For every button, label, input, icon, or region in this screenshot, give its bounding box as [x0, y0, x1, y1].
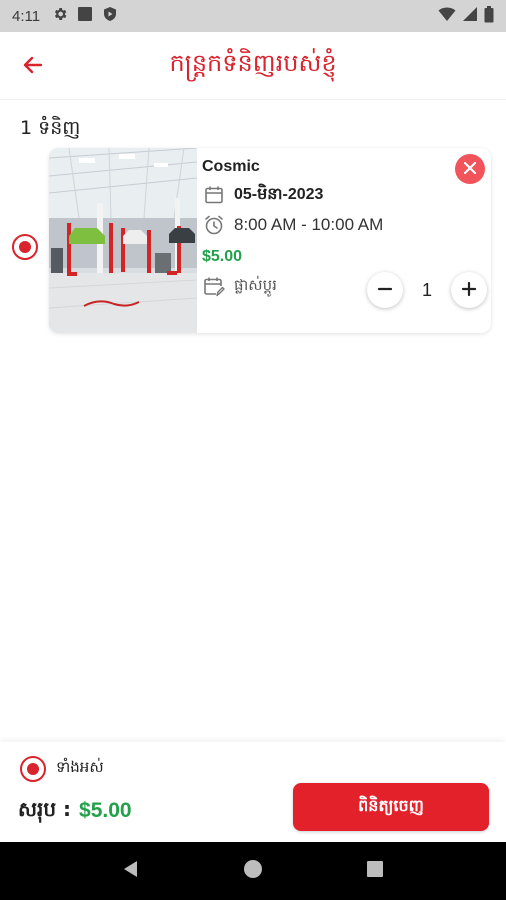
radio-dot [27, 763, 39, 775]
item-date: 05-មិនា-2023 [234, 186, 324, 203]
status-time: 4:11 [12, 7, 41, 25]
calendar-icon [202, 183, 226, 207]
item-time: 8:00 AM - 10:00 AM [234, 215, 384, 234]
item-time-line: 8:00 AM - 10:00 AM [202, 213, 383, 237]
system-nav-bar [0, 842, 506, 900]
gear-icon [52, 6, 68, 26]
square-recents-icon [366, 860, 384, 882]
cart-total: សរុប : $5.00 [18, 796, 132, 826]
edit-item-label: ផ្លាស់ប្តូរ [234, 276, 277, 294]
cart-item-card[interactable]: Cosmic 05-មិនា-2023 8:00 AM - 10:00 AM $… [49, 148, 491, 333]
quantity-stepper: 1 [367, 272, 487, 308]
alarm-clock-icon [202, 213, 226, 237]
cart-item-row: Cosmic 05-មិនា-2023 8:00 AM - 10:00 AM $… [0, 148, 506, 334]
close-icon [463, 160, 477, 179]
signal-icon [462, 6, 478, 26]
remove-item-button[interactable] [455, 154, 485, 184]
checkout-bar: ទាំងអស់ សរុប : $5.00 ពិនិត្យចេញ [0, 742, 506, 842]
item-date-line: 05-មិនា-2023 [202, 183, 323, 207]
nav-back-button[interactable] [111, 851, 151, 891]
cart-count-label: 1 ទំនិញ [20, 117, 81, 139]
item-select-radio[interactable] [12, 234, 38, 260]
item-price: $5.00 [202, 248, 243, 265]
item-name: Cosmic [202, 158, 260, 175]
decrease-quantity-button[interactable] [367, 272, 403, 308]
wifi-icon [438, 6, 456, 26]
app-bar: កន្ត្រកទំនិញរបស់ខ្ញុំ [0, 32, 506, 100]
triangle-back-icon [121, 859, 141, 883]
page-title: កន្ត្រកទំនិញរបស់ខ្ញុំ [169, 49, 337, 77]
total-value: $5.00 [79, 799, 132, 822]
quantity-value: 1 [421, 279, 432, 300]
edit-item-link[interactable]: ផ្លាស់ប្តូរ [202, 275, 277, 299]
shield-play-icon [102, 6, 118, 26]
select-all-toggle[interactable]: ទាំងអស់ [20, 756, 104, 782]
increase-quantity-button[interactable] [451, 272, 487, 308]
minus-icon [377, 281, 393, 300]
status-icons-right [438, 5, 494, 27]
select-all-label: ទាំងអស់ [56, 758, 104, 776]
status-icons-left [52, 6, 118, 26]
checkout-button[interactable]: ពិនិត្យចេញ [293, 783, 489, 831]
total-label: សរុប : [18, 797, 72, 821]
item-thumbnail-image [49, 148, 198, 333]
radio-dot [19, 241, 31, 253]
select-all-radio[interactable] [20, 756, 46, 782]
battery-icon [484, 5, 494, 27]
square-icon [77, 6, 93, 26]
cart-screen: 4:11 កន្ត្រកទំនិញរបស់ខ្ញុំ 1 ទំនិញ Cosmi… [0, 0, 506, 900]
nav-home-button[interactable] [233, 851, 273, 891]
calendar-edit-icon [202, 275, 226, 299]
circle-home-icon [243, 859, 263, 883]
item-info: Cosmic 05-មិនា-2023 8:00 AM - 10:00 AM $… [202, 148, 491, 333]
plus-icon [461, 281, 477, 300]
nav-recents-button[interactable] [355, 851, 395, 891]
status-bar: 4:11 [0, 0, 506, 32]
